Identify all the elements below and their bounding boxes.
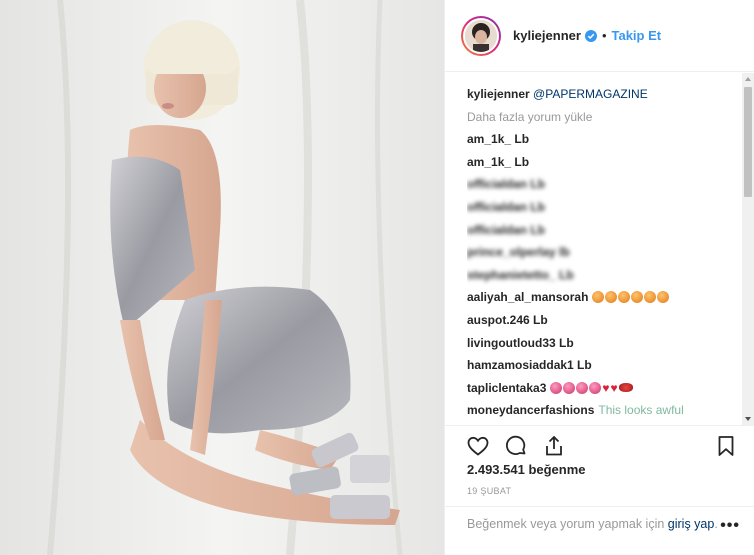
post-date: 19 ŞUBAT: [467, 486, 512, 496]
comment-row: officialdan Lb: [467, 173, 739, 196]
comment-row: am_1k_ Lb: [467, 128, 739, 151]
comment-user[interactable]: am_1k_ Lb: [467, 155, 529, 169]
scroll-thumb[interactable]: [744, 87, 752, 197]
post-photo[interactable]: [0, 0, 444, 555]
verified-badge-icon: [584, 29, 597, 42]
pink-face-emoji-icon: [563, 381, 576, 394]
comment-user[interactable]: officialdan Lb: [467, 177, 545, 191]
bookmark-icon: [718, 435, 734, 456]
comment-user[interactable]: aaliyah_al_mansorah: [467, 290, 588, 304]
comment-user[interactable]: officialdan Lb: [467, 200, 545, 214]
comment-row: livingoutloud33 Lb: [467, 332, 739, 355]
post-actions: [445, 425, 754, 465]
comments-list: kyliejenner @PAPERMAGAZINE Daha fazla yo…: [445, 73, 754, 425]
lips-emoji-icon: [618, 382, 633, 392]
comments-scrollbar[interactable]: [742, 73, 754, 425]
caption-mention[interactable]: @PAPERMAGAZINE: [533, 87, 648, 101]
heart-outline-icon: [467, 436, 489, 456]
more-options-button[interactable]: •••: [720, 517, 740, 535]
comment-emoji-group: ♥♥: [550, 381, 633, 395]
scroll-down-arrow[interactable]: [745, 417, 751, 421]
heart-emoji-icon: ♥: [610, 380, 618, 395]
save-button[interactable]: [713, 433, 739, 459]
comment-row: officialdan Lb: [467, 219, 739, 242]
comment-user[interactable]: livingoutloud33 Lb: [467, 336, 574, 350]
comment-row: am_1k_ Lb: [467, 151, 739, 174]
comment-text: This looks awful: [598, 403, 684, 418]
comment-row: stephanietetto_ Lb: [467, 264, 739, 287]
caption-user[interactable]: kyliejenner: [467, 87, 530, 101]
comment-emoji-group: [592, 290, 670, 304]
comment-user[interactable]: stephanietetto_ Lb: [467, 268, 574, 282]
post-photo-artwork: [0, 0, 444, 555]
post-sidebar: kyliejenner • Takip Et kyliejenner @PAPE…: [444, 0, 754, 555]
comment-user[interactable]: tapliclentaka3: [467, 381, 546, 395]
share-button[interactable]: [541, 433, 567, 459]
orange-face-emoji-icon: [631, 291, 644, 304]
share-upload-icon: [546, 435, 562, 455]
scroll-up-arrow[interactable]: [745, 77, 751, 81]
login-prompt: Beğenmek veya yorum yapmak için giriş ya…: [445, 506, 754, 555]
like-button[interactable]: [465, 433, 491, 459]
heart-emoji-icon: ♥: [602, 380, 610, 395]
pink-face-emoji-icon: [589, 381, 602, 394]
follow-button[interactable]: Takip Et: [612, 28, 662, 43]
comment-user[interactable]: prince_olperlay lb: [467, 245, 570, 259]
comment-user[interactable]: officialdan Lb: [467, 223, 545, 237]
orange-face-emoji-icon: [657, 291, 670, 304]
orange-face-emoji-icon: [605, 291, 618, 304]
orange-face-emoji-icon: [592, 291, 605, 304]
comment-button[interactable]: [503, 433, 529, 459]
comment-row: moneydancerfashions This looks awful: [467, 399, 739, 422]
avatar-image: [463, 17, 499, 54]
comment-user[interactable]: am_1k_ Lb: [467, 132, 529, 146]
username-link[interactable]: kyliejenner: [513, 28, 581, 43]
comment-user[interactable]: hamzamosiaddak1 Lb: [467, 358, 592, 372]
avatar[interactable]: [461, 15, 501, 56]
comment-row: auspot.246 Lb: [467, 309, 739, 332]
comment-row: aaliyah_al_mansorah: [467, 286, 739, 309]
comment-user[interactable]: moneydancerfashions: [467, 403, 594, 417]
header-separator: •: [601, 28, 607, 43]
comment-row: tapliclentaka3 ♥♥: [467, 377, 739, 400]
login-prompt-text: Beğenmek veya yorum yapmak için: [467, 517, 668, 531]
load-more-comments-button[interactable]: Daha fazla yorum yükle: [467, 106, 739, 129]
likes-count[interactable]: 2.493.541 beğenme: [467, 462, 586, 477]
comment-user[interactable]: auspot.246 Lb: [467, 313, 548, 327]
post-header: kyliejenner • Takip Et: [445, 0, 754, 72]
pink-face-emoji-icon: [550, 381, 563, 394]
comment-bubble-icon: [506, 435, 526, 455]
caption: kyliejenner @PAPERMAGAZINE: [467, 83, 739, 106]
login-link[interactable]: giriş yap: [668, 517, 715, 531]
comment-row: officialdan Lb: [467, 196, 739, 219]
orange-face-emoji-icon: [618, 291, 631, 304]
comment-row: hamzamosiaddak1 Lb: [467, 354, 739, 377]
orange-face-emoji-icon: [644, 291, 657, 304]
comment-row: prince_olperlay lb: [467, 241, 739, 264]
pink-face-emoji-icon: [576, 381, 589, 394]
login-prompt-end: .: [714, 517, 718, 531]
